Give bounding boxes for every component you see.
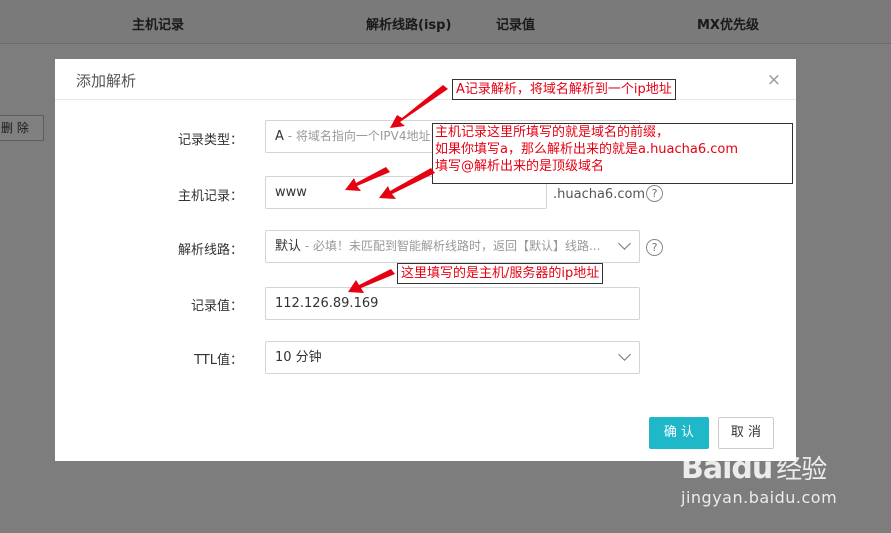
watermark-logo: Baidu 经验 — [681, 449, 837, 486]
watermark-url: jingyan.baidu.com — [681, 488, 838, 507]
arrow-icon — [345, 167, 390, 191]
watermark-logo-text: Bai — [681, 451, 732, 486]
watermark-logo-du: du — [731, 451, 773, 486]
arrow-icon — [348, 269, 395, 293]
baidu-jingyan-watermark: Baidu 经验 jingyan.baidu.com — [681, 449, 837, 507]
watermark-logo-cn: 经验 — [776, 455, 827, 485]
arrow-icon — [390, 85, 448, 128]
